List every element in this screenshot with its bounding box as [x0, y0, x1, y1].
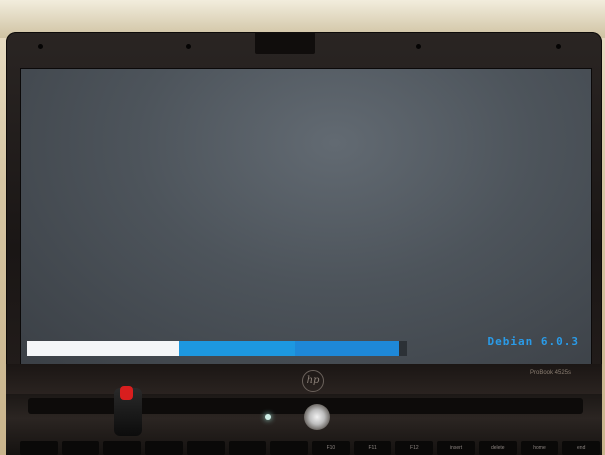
keyboard-key[interactable] [61, 441, 100, 455]
keyboard-key[interactable]: F12 [395, 441, 434, 455]
status-led [265, 414, 271, 420]
laptop-screen: Debian 6.0.3 [20, 68, 592, 366]
power-button[interactable] [304, 404, 330, 430]
keyboard-top-row: F10 F11 F12 insert delete home end [20, 441, 601, 455]
progress-segment-white [27, 341, 179, 356]
keyboard-key[interactable] [186, 441, 225, 455]
keyboard-key[interactable]: end [562, 441, 601, 455]
keyboard-key[interactable] [228, 441, 267, 455]
bezel-screw [556, 44, 561, 49]
keyboard-key[interactable] [20, 441, 58, 455]
keyboard-key[interactable] [103, 441, 142, 455]
bezel-screw [186, 44, 191, 49]
bezel-screw [416, 44, 421, 49]
keyboard-key[interactable]: home [520, 441, 559, 455]
bezel-screw [38, 44, 43, 49]
model-label: ProBook 4525s [530, 370, 572, 376]
progress-segment-blue-end [295, 341, 399, 356]
progress-segment-blue [179, 341, 295, 356]
keyboard-key[interactable] [145, 441, 183, 455]
keyboard-key[interactable] [270, 441, 309, 455]
hp-logo: hp [302, 370, 324, 392]
keyboard-key[interactable]: F11 [353, 441, 392, 455]
webcam-housing [255, 32, 315, 54]
keyboard-key[interactable]: insert [437, 441, 475, 455]
usb-stick-cap [120, 386, 133, 400]
debian-version-label: Debian 6.0.3 [487, 335, 579, 348]
boot-progress-bar [27, 341, 407, 356]
keyboard-key[interactable]: delete [478, 441, 517, 455]
keyboard-key[interactable]: F10 [312, 441, 350, 455]
